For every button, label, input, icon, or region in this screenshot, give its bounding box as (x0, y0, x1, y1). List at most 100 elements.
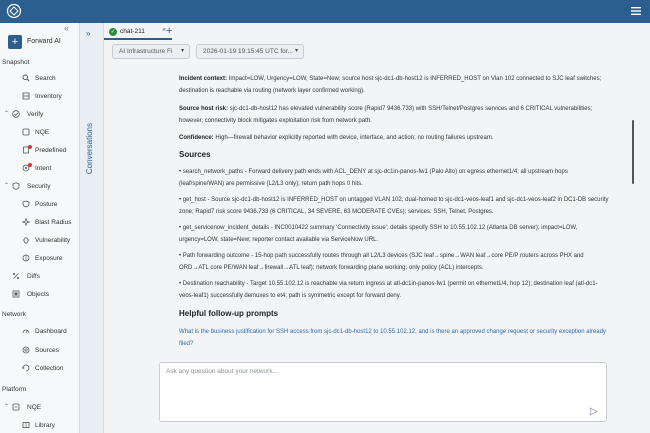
sidebar-item-predefined[interactable]: Predefined (2, 144, 78, 158)
left-sidebar: « + Forward AI Snapshot Search Inventory… (0, 23, 80, 433)
sidebar-item-label: Library (35, 422, 55, 429)
incident-context-paragraph: Incident context: Impact=LOW, Urgency=LO… (179, 73, 609, 97)
sidebar-item-label: Diffs (27, 273, 40, 280)
incident-context-label: Incident context: (179, 76, 228, 82)
bug-icon (22, 237, 30, 244)
sources-heading: Sources (179, 150, 211, 159)
posture-icon (22, 200, 30, 208)
expand-conversations-button[interactable]: » (86, 29, 90, 38)
confidence-text: High—firewall behavior explicitly report… (213, 135, 494, 141)
nqe-icon (12, 403, 20, 411)
source-item: • Destination reachability - Target 10.5… (179, 281, 598, 299)
send-icon[interactable] (589, 407, 598, 416)
chevron-up-icon: ⌃ (4, 183, 10, 189)
sources-icon (22, 346, 30, 354)
search-icon (22, 74, 30, 82)
filter-bar: AI Infrastructure Fi ▾ 2026-01-19 19:15:… (104, 42, 650, 62)
sidebar-item-label: Intent (35, 165, 52, 172)
library-icon (22, 422, 30, 428)
sidebar-item-label: Collection (35, 365, 64, 372)
sidebar-item-label: NQE (27, 404, 42, 411)
source-item: • search_network_paths - Forward deliver… (179, 169, 568, 187)
dashboard-icon (22, 329, 30, 334)
source-host-risk-text: sjc-dc1-db-host12 has elevated vulnerabi… (179, 106, 593, 124)
shield-icon (12, 182, 20, 190)
chat-composer[interactable]: Ask any question about your network... (159, 362, 607, 422)
sidebar-item-label: NQE (35, 129, 50, 136)
sidebar-item-label: Search (35, 75, 56, 82)
sidebar-item-posture[interactable]: Posture (2, 198, 78, 212)
sidebar-item-label: Dashboard (35, 328, 67, 335)
forward-logo-icon[interactable] (6, 3, 22, 19)
snapshot-select-value: 2026-01-19 19:15:45 UTC for... (203, 48, 293, 55)
sidebar-item-blast-radius[interactable]: Blast Radius (2, 216, 78, 230)
section-snapshot: Snapshot (2, 59, 30, 66)
sidebar-item-verify[interactable]: ⌃ Verify (2, 108, 78, 122)
diffs-icon (13, 273, 19, 279)
collection-icon (22, 364, 30, 372)
chevron-up-icon: ⌃ (4, 404, 10, 410)
sidebar-item-diffs[interactable]: Diffs (2, 270, 78, 284)
agent-select[interactable]: AI Infrastructure Fi ▾ (112, 44, 190, 59)
sidebar-item-dashboard[interactable]: Dashboard (2, 325, 78, 339)
sidebar-item-label: Posture (35, 201, 58, 208)
tab-label: chat-211 (120, 28, 145, 35)
forward-ai-label[interactable]: Forward AI (27, 38, 61, 45)
sidebar-item-intent[interactable]: Intent (2, 162, 78, 176)
sidebar-item-label: Sources (35, 347, 59, 354)
hamburger-menu-icon[interactable] (630, 5, 642, 17)
snapshot-select[interactable]: 2026-01-19 19:15:45 UTC for... ▾ (196, 44, 304, 59)
chat-message-area: Incident context: Impact=LOW, Urgency=LO… (104, 62, 650, 362)
sidebar-item-objects[interactable]: Objects (2, 288, 78, 302)
chevron-down-icon: ▾ (294, 48, 298, 54)
sidebar-item-exposure[interactable]: Exposure (2, 252, 78, 266)
source-item: • get_host - Source sjc-dc1-db-host12 is… (179, 197, 609, 215)
source-host-risk-label: Source host risk: (179, 106, 229, 112)
chat-input-placeholder[interactable]: Ask any question about your network... (166, 368, 278, 375)
sidebar-item-label: Inventory (35, 93, 62, 100)
add-tab-button[interactable]: + (166, 26, 172, 37)
conversations-label[interactable]: Conversations (85, 123, 99, 174)
agent-select-value: AI Infrastructure Fi (119, 48, 173, 55)
confidence-label: Confidence: (179, 135, 214, 141)
sidebar-item-label: Vulnerability (35, 237, 71, 244)
section-platform: Platform (2, 386, 27, 393)
tab-chat-211[interactable]: ✓ chat-211 × (104, 25, 172, 40)
sidebar-item-sources[interactable]: Sources (2, 344, 78, 358)
sidebar-item-vulnerability[interactable]: Vulnerability (2, 234, 78, 248)
sidebar-item-inventory[interactable]: Inventory (2, 90, 78, 104)
content-scrollbar[interactable] (632, 120, 634, 184)
conversations-panel[interactable]: » Conversations (80, 23, 104, 433)
blast-radius-icon (22, 218, 30, 226)
forward-ai-button[interactable]: + (8, 35, 22, 49)
sidebar-item-search[interactable]: Search (2, 72, 78, 86)
sidebar-item-label: Exposure (35, 255, 63, 262)
nqe-icon (22, 128, 30, 136)
chevron-up-icon: ⌃ (4, 111, 10, 117)
sidebar-item-label: Blast Radius (35, 219, 72, 226)
sidebar-item-label: Objects (27, 291, 50, 298)
predefined-icon (23, 146, 29, 154)
source-item: • get_servicenow_incident_details - INC0… (179, 225, 578, 243)
section-network: Network (2, 311, 26, 318)
chat-tab-bar: ✓ chat-211 × + (104, 23, 650, 42)
sidebar-item-security[interactable]: ⌃ Security (2, 180, 78, 194)
sidebar-item-label: Predefined (35, 147, 67, 154)
source-host-risk-paragraph: Source host risk: sjc-dc1-db-host12 has … (179, 103, 609, 127)
sidebar-item-library[interactable]: Library (2, 419, 78, 433)
source-item: • Path forwarding outcome - 15-hop path … (179, 253, 584, 271)
incident-context-text: Impact=LOW, Urgency=LOW, State=New; sour… (179, 76, 602, 94)
intent-icon (22, 164, 30, 172)
sidebar-item-label: Security (27, 183, 51, 190)
inventory-icon (22, 92, 30, 100)
followup-prompt-link[interactable]: What is the business justification for S… (179, 326, 609, 350)
check-icon: ✓ (109, 28, 117, 36)
sidebar-item-collection[interactable]: Collection (2, 362, 78, 376)
sidebar-item-nqe[interactable]: NQE (2, 126, 78, 140)
sidebar-item-platform-nqe[interactable]: ⌃ NQE (2, 401, 78, 415)
followup-heading: Helpful follow-up prompts (179, 309, 279, 318)
chevron-down-icon: ▾ (180, 48, 184, 54)
confidence-paragraph: Confidence: High—firewall behavior expli… (179, 132, 609, 144)
exposure-icon (22, 254, 30, 262)
sidebar-collapse-button[interactable]: « (64, 23, 69, 33)
